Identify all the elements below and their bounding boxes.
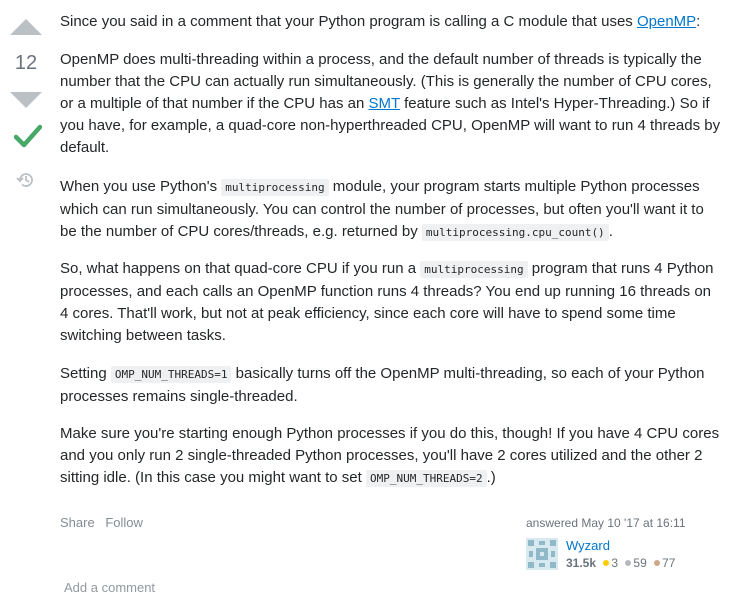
paragraph-text: : <box>696 13 701 30</box>
inline-code: OMP_NUM_THREADS=2 <box>365 470 487 487</box>
downvote-arrow-icon[interactable] <box>10 92 42 108</box>
paragraph-text: . <box>608 223 613 240</box>
answered-label: answered <box>526 516 579 530</box>
paragraph-text: When you use Python's <box>60 178 222 195</box>
smt-link[interactable]: SMT <box>369 95 400 112</box>
vote-count: 12 <box>14 52 38 74</box>
gold-badge-count: 3 <box>611 556 619 570</box>
post-menu: Share Follow <box>60 515 150 530</box>
paragraph-text: .) <box>486 469 496 486</box>
user-signature: answered May 10 '17 at 16:11 Wyzard 31.5… <box>526 516 706 570</box>
avatar[interactable] <box>526 538 558 570</box>
silver-badge-count: 59 <box>633 556 647 570</box>
add-comment-link[interactable]: Add a comment <box>64 580 155 595</box>
paragraph-text: So, what happens on that quad-core CPU i… <box>60 260 421 277</box>
paragraph-1: Since you said in a comment that your Py… <box>60 11 722 33</box>
follow-link[interactable]: Follow <box>105 515 143 530</box>
paragraph-text: Since you said in a comment that your Py… <box>60 13 637 30</box>
share-link[interactable]: Share <box>60 515 95 530</box>
bronze-badge-count: 77 <box>662 556 676 570</box>
paragraph-5: Setting OMP_NUM_THREADS=1 basically turn… <box>60 363 722 408</box>
silver-badge-icon <box>625 560 632 567</box>
gold-badge-icon <box>603 560 610 567</box>
history-icon[interactable] <box>16 170 36 190</box>
paragraph-6: Make sure you're starting enough Python … <box>60 423 722 490</box>
reputation-badges: 31.5k 3 59 77 <box>566 556 675 570</box>
inline-code: multiprocessing <box>221 179 329 196</box>
paragraph-3: When you use Python's multiprocessing mo… <box>60 176 722 244</box>
inline-code: OMP_NUM_THREADS=1 <box>110 366 232 383</box>
paragraph-2: OpenMP does multi-threading within a pro… <box>60 49 722 159</box>
openmp-link[interactable]: OpenMP <box>637 13 696 30</box>
paragraph-4: So, what happens on that quad-core CPU i… <box>60 258 722 347</box>
inline-code: multiprocessing <box>420 261 528 278</box>
upvote-arrow-icon[interactable] <box>10 19 42 35</box>
paragraph-text: Setting <box>60 365 111 382</box>
reputation-score: 31.5k <box>566 556 597 570</box>
inline-code: multiprocessing.cpu_count() <box>421 224 609 241</box>
bronze-badge-icon <box>654 560 661 567</box>
accepted-checkmark-icon <box>14 124 42 148</box>
user-name-link[interactable]: Wyzard <box>566 538 610 553</box>
answer-timestamp[interactable]: May 10 '17 at 16:11 <box>581 516 685 530</box>
